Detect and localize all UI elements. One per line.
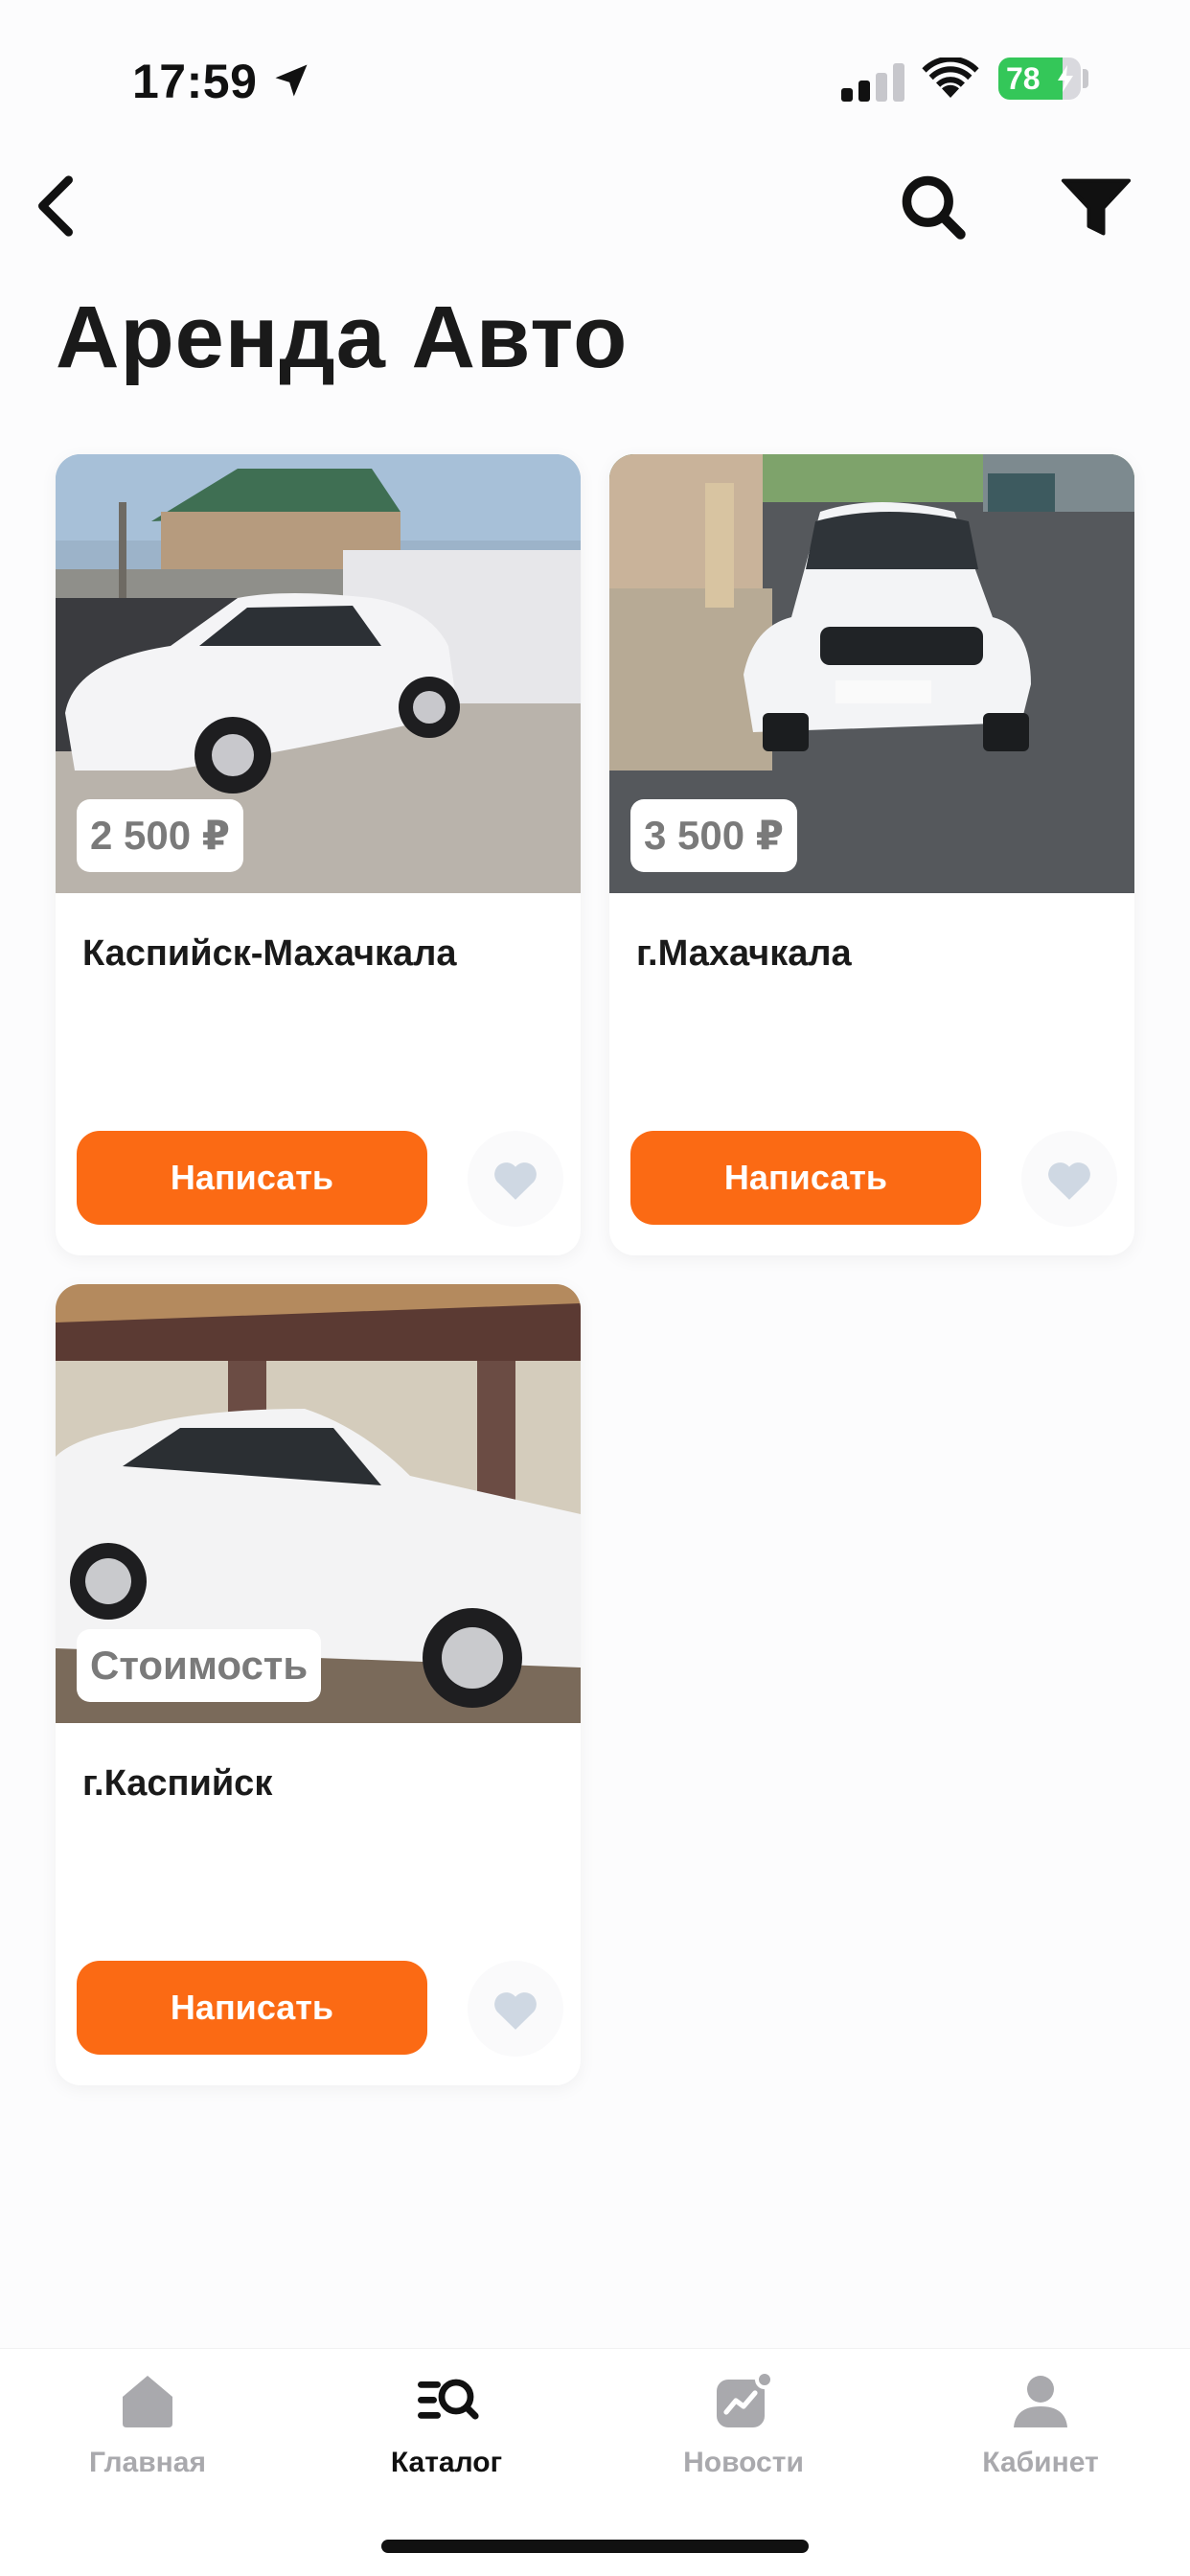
catalog-search-icon [418,2379,479,2420]
write-button[interactable]: Написать [77,1131,427,1225]
tab-home[interactable]: Главная [33,2368,263,2512]
charging-bolt-icon [1058,65,1073,92]
battery-level: 78 [1006,61,1041,96]
favorite-button[interactable] [468,1131,563,1227]
heart-icon [494,1162,537,1200]
profile-icon [1014,2376,1067,2427]
status-time: 17:59 [132,55,258,108]
listing-city: Каспийск-Махачкала [82,933,457,974]
listing-card[interactable]: 2 500 ₽ Каспийск-Махачкала Написать [56,454,581,1255]
heart-icon [494,1992,537,2030]
screen: 17:59 78 Аренда Авто 2 500 ₽ Каспийск-Ма… [0,0,1190,2576]
listing-city: г.Махачкала [636,933,852,974]
heart-icon [1048,1162,1090,1200]
page-title: Аренда Авто [56,288,629,386]
tab-news[interactable]: Новости [629,2368,858,2512]
battery-icon: 78 [998,58,1081,100]
tab-label: Новости [683,2447,804,2478]
news-chart-icon [717,2370,774,2427]
filter-icon[interactable] [1060,174,1133,242]
listing-card[interactable]: 3 500 ₽ г.Махачкала Написать [609,454,1134,1255]
search-icon[interactable] [897,171,970,243]
tab-catalog[interactable]: Каталог [332,2368,561,2512]
listing-city: г.Каспийск [82,1763,273,1804]
tab-label: Каталог [390,2447,503,2478]
price-badge: 3 500 ₽ [630,799,797,872]
home-icon [123,2376,172,2427]
car-photo: 3 500 ₽ [609,454,1134,893]
battery-cap [1083,69,1088,88]
listing-card[interactable]: Стоимость г.Каспийск Написать [56,1284,581,2085]
home-indicator [381,2540,809,2553]
tab-label: Главная [88,2447,206,2478]
price-badge: 2 500 ₽ [77,799,243,872]
favorite-button[interactable] [1021,1131,1117,1227]
location-arrow-icon [275,64,308,97]
wifi-icon [922,58,979,98]
status-bar: 17:59 78 [0,0,1190,153]
price-badge: Стоимость [77,1629,322,1702]
favorite-button[interactable] [468,1961,563,2057]
car-photo: 2 500 ₽ [56,454,581,893]
tab-label: Кабинет [982,2447,1099,2478]
tab-profile[interactable]: Кабинет [926,2368,1156,2512]
back-button[interactable] [27,172,84,240]
write-button[interactable]: Написать [77,1961,427,2055]
write-button[interactable]: Написать [630,1131,981,1225]
signal-icon [841,63,904,102]
car-photo: Стоимость [56,1284,581,1723]
